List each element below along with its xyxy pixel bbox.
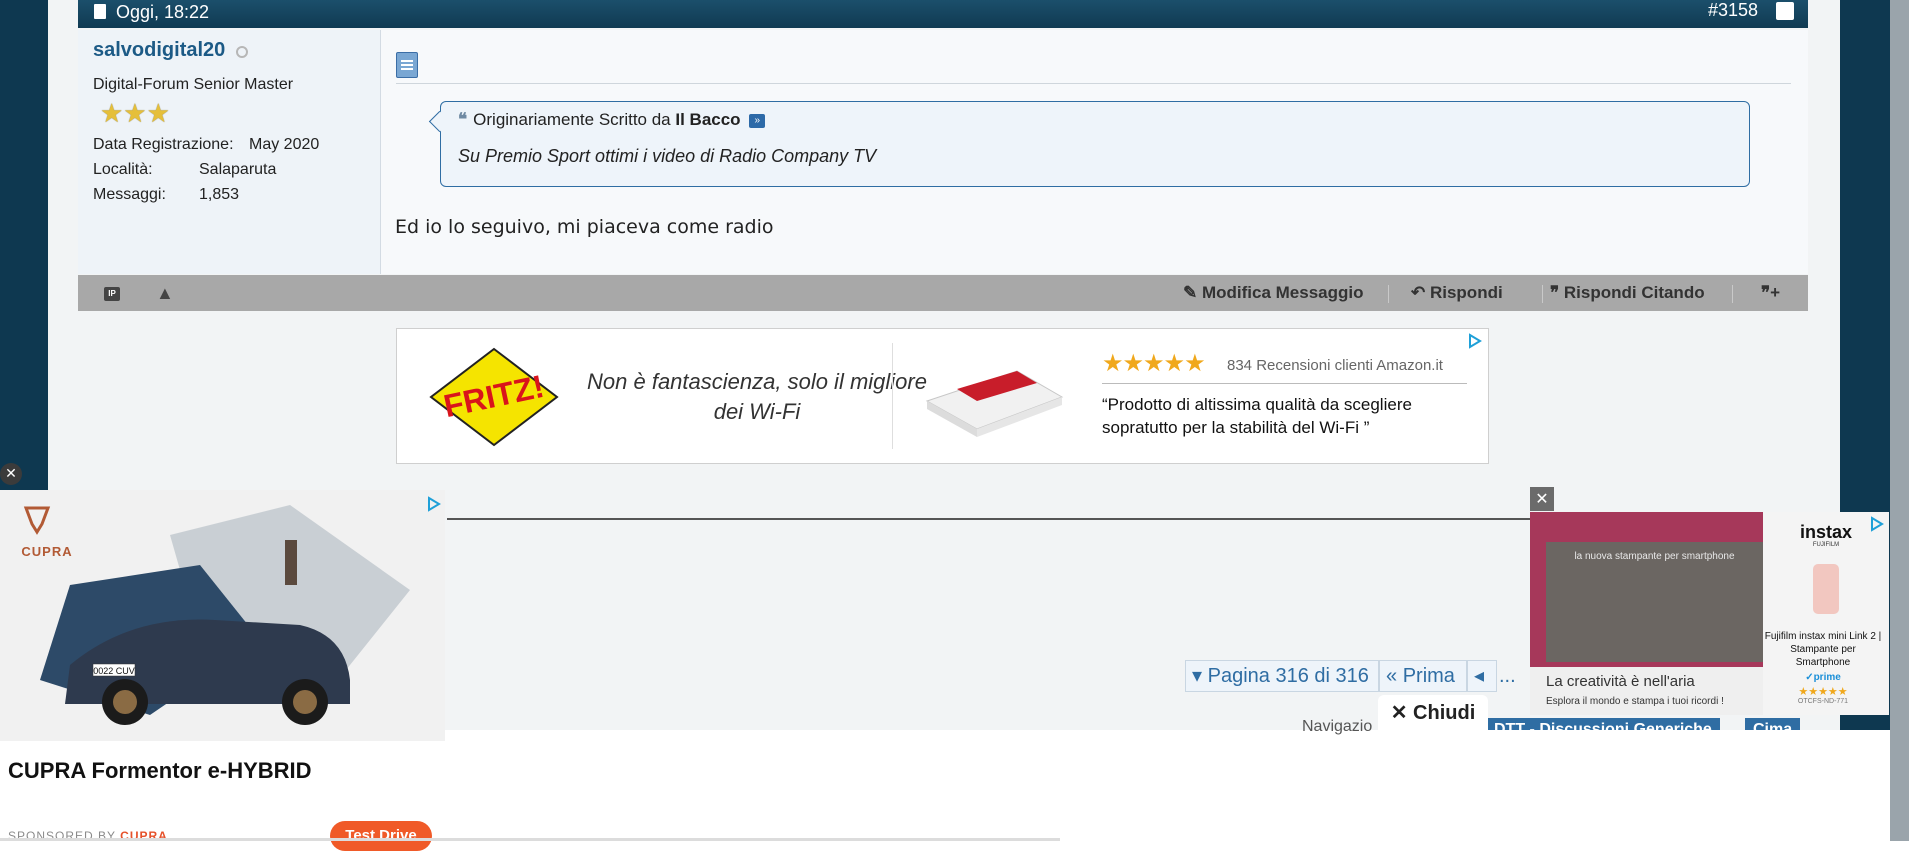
quote-arrow xyxy=(428,110,451,133)
ip-icon[interactable]: IP xyxy=(104,287,120,301)
instax-product-panel: instax FUJIFILM Fujifilm instax mini Lin… xyxy=(1763,512,1889,715)
rating-stars-icon: ★★★★★ xyxy=(1102,350,1206,377)
instax-rating-stars-icon: ★★★★★ xyxy=(1798,686,1848,698)
instax-small-print: OTCFS-ND-771 xyxy=(1797,698,1849,705)
post-icon xyxy=(396,52,418,78)
chiudi-button[interactable]: ✕ Chiudi xyxy=(1378,695,1488,731)
instax-ad[interactable]: la nuova stampante per smartphone La cre… xyxy=(1530,512,1889,715)
instax-caption: La creatività è nell'aria xyxy=(1546,673,1695,690)
location-value: Salaparuta xyxy=(199,161,277,178)
user-messages-row: Messaggi: 1,853 xyxy=(93,186,239,204)
post-body: ❝ Originariamente Scritto da Il Bacco » S… xyxy=(381,30,1808,274)
post-footer-toolbar: IP ▲ ✎ Modifica Messaggio ↶ Rispondi ❞ R… xyxy=(78,275,1808,311)
messages-value: 1,853 xyxy=(199,186,240,203)
post-number-link[interactable]: #3158 xyxy=(1708,0,1758,21)
multi-quote-add-icon[interactable]: ❞+ xyxy=(1761,283,1780,303)
fritz-tagline: Non è fantascienza, solo il migliore dei… xyxy=(587,369,927,424)
select-post-checkbox[interactable] xyxy=(1776,2,1794,20)
view-quoted-post-icon[interactable]: » xyxy=(749,113,766,128)
page-menu-button[interactable]: ▾ Pagina 316 di 316 xyxy=(1185,660,1379,692)
instax-caption-box: La creatività è nell'aria Esplora il mon… xyxy=(1530,667,1763,715)
chevron-left-icon: ◂ xyxy=(1474,665,1485,687)
caret-down-icon: ▾ xyxy=(1192,665,1208,687)
quote-icon: ❝ xyxy=(458,110,468,129)
offline-status-icon xyxy=(236,46,248,58)
first-page-button[interactable]: « Prima xyxy=(1379,660,1467,692)
post-divider xyxy=(396,83,1791,84)
location-label: Località: xyxy=(93,161,153,178)
fritz-ad-rule xyxy=(1102,383,1467,384)
instax-printer-image xyxy=(1813,564,1839,614)
quote-author: Il Bacco xyxy=(675,110,741,129)
adchoices-icon[interactable] xyxy=(1869,516,1885,532)
instax-product-name: Fujifilm instax mini Link 2 | Stampante … xyxy=(1764,631,1882,668)
adchoices-icon[interactable] xyxy=(426,496,442,512)
report-warning-icon[interactable]: ▲ xyxy=(156,283,174,304)
pager-ellipsis: ... xyxy=(1499,665,1516,687)
quote-box: ❝ Originariamente Scritto da Il Bacco » S… xyxy=(428,101,1750,187)
close-ad-icon[interactable]: ✕ xyxy=(1530,487,1554,511)
post-header: Oggi, 18:22 #3158 xyxy=(78,0,1808,28)
quote-header: ❝ Originariamente Scritto da Il Bacco » xyxy=(458,110,766,130)
fritz-review-count: 834 Recensioni clienti Amazon.it xyxy=(1227,357,1443,374)
instax-video-text: la nuova stampante per smartphone xyxy=(1574,551,1735,562)
fritz-ad-banner[interactable]: FRITZ! Non è fantascienza, solo il migli… xyxy=(396,328,1489,464)
prime-badge: ✓prime xyxy=(1805,672,1841,683)
instax-video[interactable]: la nuova stampante per smartphone xyxy=(1546,542,1763,662)
navigation-label: Navigazio xyxy=(1302,718,1373,735)
messages-label: Messaggi: xyxy=(93,186,166,203)
quote-prefix: Originariamente Scritto da xyxy=(473,110,671,129)
instax-video-area: la nuova stampante per smartphone La cre… xyxy=(1530,512,1763,715)
user-location-row: Località: Salaparuta xyxy=(93,161,276,179)
footer-separator xyxy=(1732,285,1733,303)
reply-arrow-icon: ↶ xyxy=(1411,283,1430,302)
user-title: Digital-Forum Senior Master xyxy=(93,76,294,93)
cupra-ad-title[interactable]: CUPRA Formentor e-HYBRID xyxy=(8,758,312,784)
car-plate: 0022 CUV xyxy=(93,666,135,676)
reply-quote-button[interactable]: ❞ Rispondi Citando xyxy=(1550,283,1705,303)
post-message: Ed io lo seguivo, mi piaceva come radio xyxy=(395,216,774,238)
user-registration-row: Data Registrazione: May 2020 xyxy=(93,136,319,154)
post-date: Oggi, 18:22 xyxy=(116,2,210,22)
breadcrumb-forum-link[interactable]: DTT - Discussioni Generiche xyxy=(1486,718,1720,730)
instax-subcaption: Esplora il mondo e stampa i tuoi ricordi… xyxy=(1546,696,1724,707)
instax-brand-sub: FUJIFILM xyxy=(1812,542,1840,548)
scrollbar-track[interactable] xyxy=(1890,0,1909,841)
cupra-ad[interactable]: 0022 CUV CUPRA CUPRA Formentor e-HYBRID … xyxy=(0,490,445,851)
registration-label: Data Registrazione: xyxy=(93,136,234,153)
top-link[interactable]: Cima xyxy=(1745,718,1801,730)
quote-bubble-icon: ❞ xyxy=(1550,283,1564,302)
fritz-divider xyxy=(892,343,893,449)
quote-text: Su Premio Sport ottimi i video di Radio … xyxy=(458,146,877,166)
footer-separator xyxy=(1388,285,1389,303)
double-chevron-left-icon: « xyxy=(1386,665,1403,687)
prev-page-button[interactable]: ◂ xyxy=(1467,660,1497,692)
close-ad-icon[interactable]: ✕ xyxy=(0,463,22,485)
adchoices-icon[interactable] xyxy=(1467,333,1483,349)
rank-stars-icon: ★★★ xyxy=(100,98,170,128)
user-info-panel: salvodigital20 Digital-Forum Senior Mast… xyxy=(78,30,381,274)
cupra-logo-text: CUPRA xyxy=(21,544,72,559)
fritz-logo: FRITZ! xyxy=(429,347,559,447)
router-image xyxy=(925,370,1064,437)
registration-value: May 2020 xyxy=(249,136,320,153)
fritz-review-quote: “Prodotto di altissima qualità da scegli… xyxy=(1102,395,1412,437)
username-link[interactable]: salvodigital20 xyxy=(93,39,225,62)
cupra-car-image: 0022 CUV CUPRA xyxy=(0,490,445,741)
post-doc-icon xyxy=(94,4,106,19)
reply-button[interactable]: ↶ Rispondi xyxy=(1411,283,1503,303)
pencil-icon: ✎ xyxy=(1183,283,1202,302)
edit-post-button[interactable]: ✎ Modifica Messaggio xyxy=(1183,283,1364,303)
test-drive-button[interactable]: Test Drive xyxy=(330,821,432,851)
footer-separator xyxy=(1542,285,1543,303)
